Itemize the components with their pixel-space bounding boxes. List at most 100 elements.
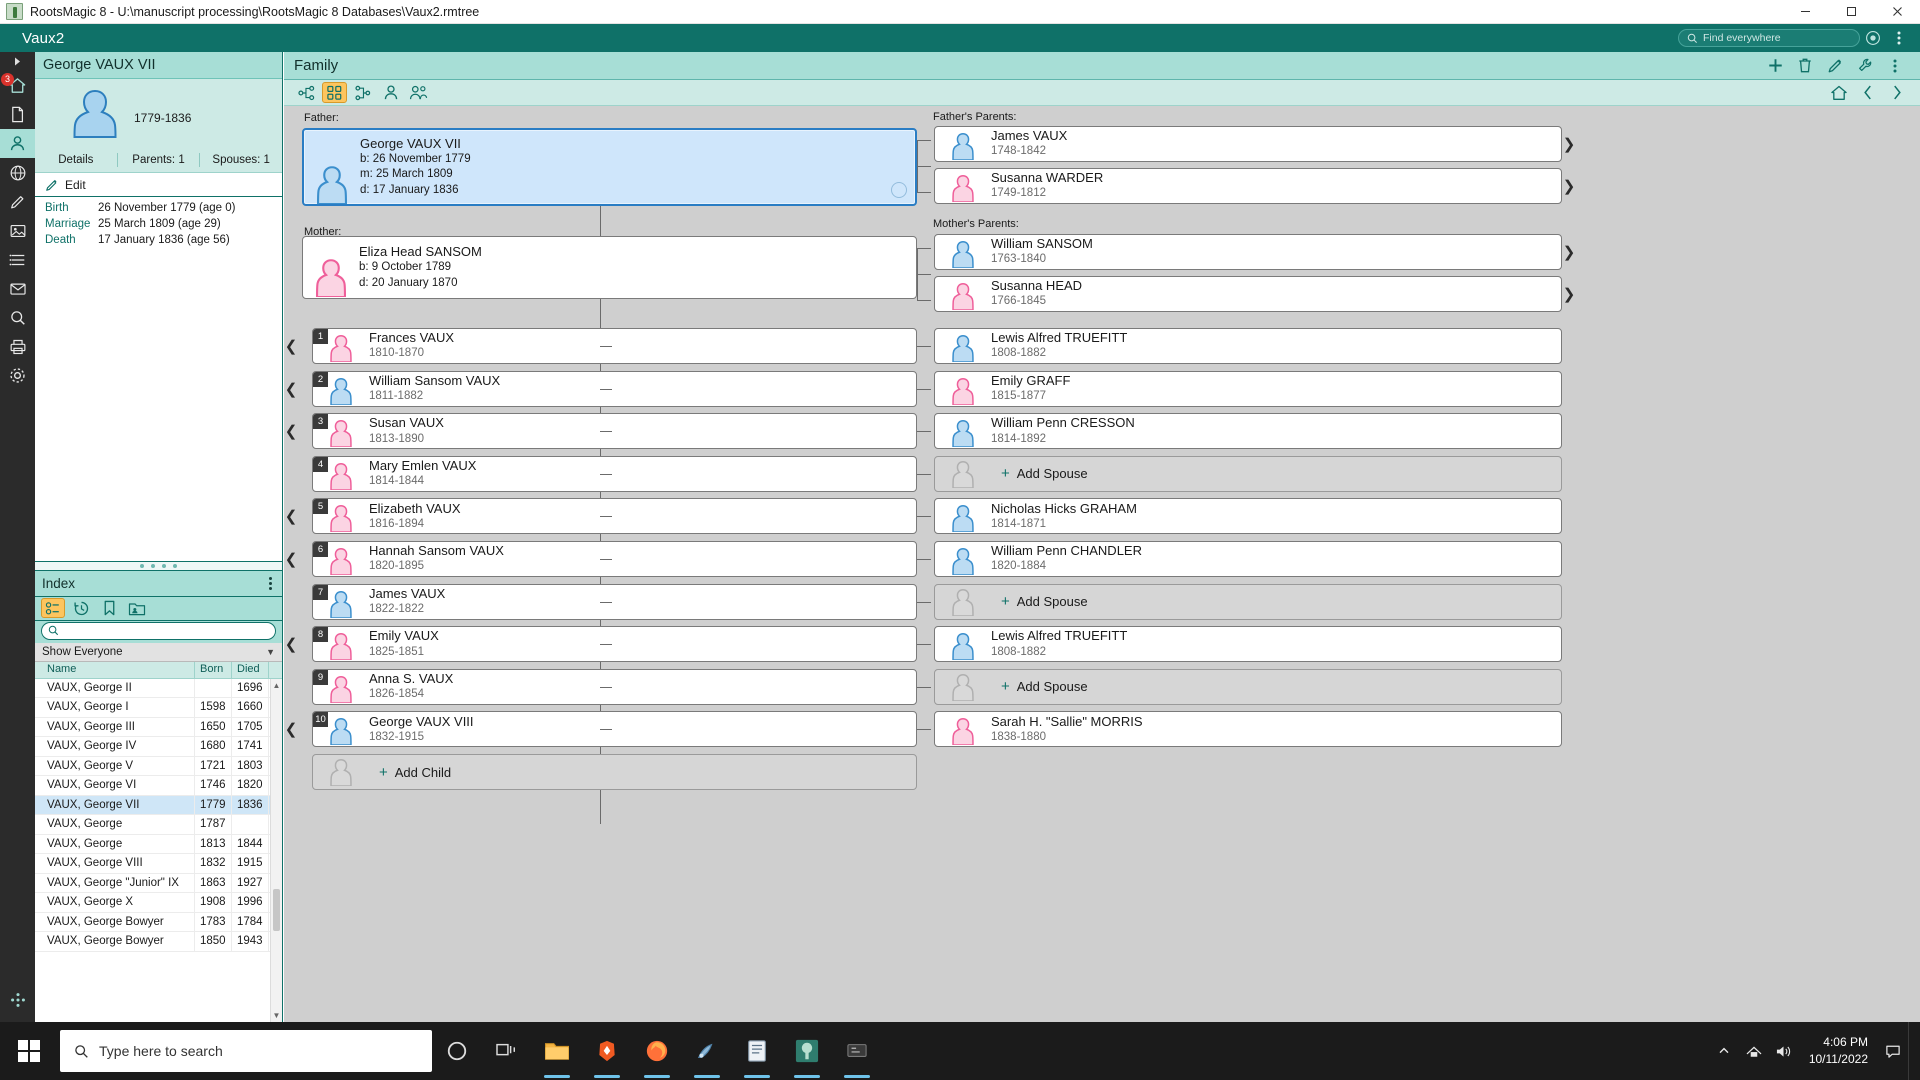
- scrollbar-thumb[interactable]: [273, 888, 280, 931]
- task-view-icon[interactable]: [482, 1022, 532, 1080]
- delete-person-button[interactable]: [1790, 53, 1820, 79]
- fact-row[interactable]: Marriage 25 March 1809 (age 29): [35, 216, 282, 232]
- index-row[interactable]: VAUX, George 1787: [35, 815, 282, 835]
- spouse-card[interactable]: William Penn CHANDLER 1820-1884: [934, 541, 1562, 577]
- sidebar-item-tools[interactable]: [0, 187, 35, 216]
- add-person-button[interactable]: [1760, 53, 1790, 79]
- sidebar-item-media[interactable]: [0, 216, 35, 245]
- fact-row[interactable]: Death 17 January 1836 (age 56): [35, 232, 282, 248]
- index-filter-dropdown[interactable]: Show Everyone ▼: [35, 642, 282, 662]
- scroll-up-icon[interactable]: ▲: [271, 679, 282, 692]
- close-icon[interactable]: [1874, 0, 1920, 24]
- tab-details[interactable]: Details: [35, 153, 118, 167]
- child-card[interactable]: Frances VAUX 1810-1870 1: [312, 328, 917, 364]
- more-vertical-icon[interactable]: [266, 574, 275, 593]
- history-icon[interactable]: [69, 598, 93, 618]
- spouse-card[interactable]: Emily GRAFF 1815-1877: [934, 370, 1562, 407]
- child-card[interactable]: Anna S. VAUX 1826-1854 9: [312, 668, 917, 705]
- expand-children-chevron-icon[interactable]: ❮: [284, 719, 298, 739]
- index-scrollbar[interactable]: ▲ ▼: [270, 678, 282, 1022]
- expand-parents-chevron-icon[interactable]: ❯: [1562, 284, 1576, 304]
- child-card[interactable]: Emily VAUX 1825-1851 8: [312, 626, 917, 663]
- bookmark-icon[interactable]: [97, 598, 121, 618]
- help-circle-icon[interactable]: [1860, 26, 1886, 50]
- panel-resize-handle[interactable]: [35, 560, 282, 571]
- tab-parents[interactable]: Parents: 1: [118, 153, 201, 167]
- folder-person-icon[interactable]: [125, 598, 149, 618]
- people-list-icon[interactable]: [41, 598, 65, 618]
- volume-icon[interactable]: [1769, 1022, 1799, 1080]
- sidebar-item-home[interactable]: 3: [0, 71, 35, 100]
- expand-parents-chevron-icon[interactable]: ❯: [1562, 134, 1576, 154]
- people-icon[interactable]: [406, 82, 431, 103]
- index-row[interactable]: VAUX, George VI 1746 1820: [35, 776, 282, 796]
- sidebar-item-documents[interactable]: [0, 100, 35, 129]
- child-card[interactable]: James VAUX 1822-1822 7: [312, 583, 917, 620]
- text-editor-icon[interactable]: [732, 1022, 782, 1080]
- family-grid-icon[interactable]: [322, 82, 347, 103]
- index-row[interactable]: VAUX, George X 1908 1996: [35, 893, 282, 913]
- child-card[interactable]: Susan VAUX 1813-1890 3: [312, 413, 917, 450]
- expand-parents-chevron-icon[interactable]: ❯: [1562, 242, 1576, 262]
- expand-children-chevron-icon[interactable]: ❮: [284, 634, 298, 654]
- more-vertical-icon[interactable]: [1880, 53, 1910, 79]
- expand-children-chevron-icon[interactable]: ❮: [284, 336, 298, 356]
- forward-button[interactable]: [1884, 82, 1910, 104]
- index-row[interactable]: VAUX, George "Junior" IX 1863 1927: [35, 873, 282, 893]
- spouse-card[interactable]: Lewis Alfred TRUEFITT 1808-1882: [934, 328, 1562, 364]
- edit-person-button[interactable]: [1820, 53, 1850, 79]
- child-card[interactable]: George VAUX VIII 1832-1915 10: [312, 711, 917, 748]
- add-child-button[interactable]: + Add Child: [312, 754, 917, 790]
- chevron-right-icon[interactable]: [0, 52, 35, 71]
- rootsmagic-tree-icon[interactable]: [782, 1022, 832, 1080]
- more-vertical-icon[interactable]: [1886, 26, 1912, 50]
- index-row[interactable]: VAUX, George 1813 1844: [35, 834, 282, 854]
- index-row[interactable]: VAUX, George Bowyer 1850 1943: [35, 932, 282, 952]
- pedigree-icon[interactable]: [294, 82, 319, 103]
- spouse-card[interactable]: William Penn CRESSON 1814-1892: [934, 413, 1562, 450]
- child-card[interactable]: William Sansom VAUX 1811-1882 2: [312, 370, 917, 407]
- child-card[interactable]: Elizabeth VAUX 1816-1894 5: [312, 498, 917, 535]
- index-row[interactable]: VAUX, George VII 1779 1836: [35, 795, 282, 815]
- father-card[interactable]: George VAUX VII b: 26 November 1779 m: 25 …: [302, 128, 917, 206]
- child-card[interactable]: Hannah Sansom VAUX 1820-1895 6: [312, 541, 917, 577]
- column-header-died[interactable]: Died: [232, 661, 269, 678]
- spouse-card[interactable]: Nicholas Hicks GRAHAM 1814-1871: [934, 498, 1562, 535]
- index-row[interactable]: VAUX, George VIII 1832 1915: [35, 854, 282, 874]
- taskbar-clock[interactable]: 4:06 PM 10/11/2022: [1799, 1034, 1878, 1069]
- sidebar-item-publish[interactable]: [0, 332, 35, 361]
- minimize-icon[interactable]: [1782, 0, 1828, 24]
- firefox-icon[interactable]: [632, 1022, 682, 1080]
- descendant-icon[interactable]: [350, 82, 375, 103]
- fathers-parent-card[interactable]: Susanna WARDER 1749-1812: [934, 168, 1562, 204]
- column-header-born[interactable]: Born: [195, 661, 232, 678]
- notification-icon[interactable]: [1878, 1022, 1908, 1080]
- child-card[interactable]: Mary Emlen VAUX 1814-1844 4: [312, 455, 917, 492]
- search-input[interactable]: [41, 621, 276, 640]
- sidebar-item-settings[interactable]: [0, 361, 35, 390]
- person-icon[interactable]: [378, 82, 403, 103]
- mother-card[interactable]: Eliza Head SANSOM b: 9 October 1789 d: 20 …: [302, 236, 917, 299]
- expand-children-chevron-icon[interactable]: ❮: [284, 379, 298, 399]
- edit-person-row[interactable]: Edit: [35, 173, 282, 197]
- mothers-parent-card[interactable]: Susanna HEAD 1766-1845: [934, 276, 1562, 312]
- expand-children-chevron-icon[interactable]: ❮: [284, 549, 298, 569]
- index-row[interactable]: VAUX, George III 1650 1705: [35, 717, 282, 737]
- show-desktop-button[interactable]: [1908, 1022, 1916, 1080]
- apps-grid-icon[interactable]: [0, 985, 35, 1014]
- expand-children-chevron-icon[interactable]: ❮: [284, 506, 298, 526]
- index-row[interactable]: VAUX, George V 1721 1803: [35, 756, 282, 776]
- find-everywhere-input[interactable]: Find everywhere: [1678, 29, 1860, 47]
- sidebar-item-lists[interactable]: [0, 245, 35, 274]
- network-icon[interactable]: [1739, 1022, 1769, 1080]
- index-row[interactable]: VAUX, George I 1598 1660: [35, 698, 282, 718]
- fact-row[interactable]: Birth 26 November 1779 (age 0): [35, 200, 282, 216]
- sidebar-item-people[interactable]: [0, 129, 35, 158]
- tab-spouses[interactable]: Spouses: 1: [200, 153, 282, 167]
- sidebar-item-webhints[interactable]: [0, 158, 35, 187]
- sidebar-item-tasks[interactable]: [0, 274, 35, 303]
- snip-icon[interactable]: [832, 1022, 882, 1080]
- sidebar-item-search[interactable]: [0, 303, 35, 332]
- add-spouse-button[interactable]: + Add Spouse: [934, 583, 1562, 620]
- add-spouse-button[interactable]: + Add Spouse: [934, 668, 1562, 705]
